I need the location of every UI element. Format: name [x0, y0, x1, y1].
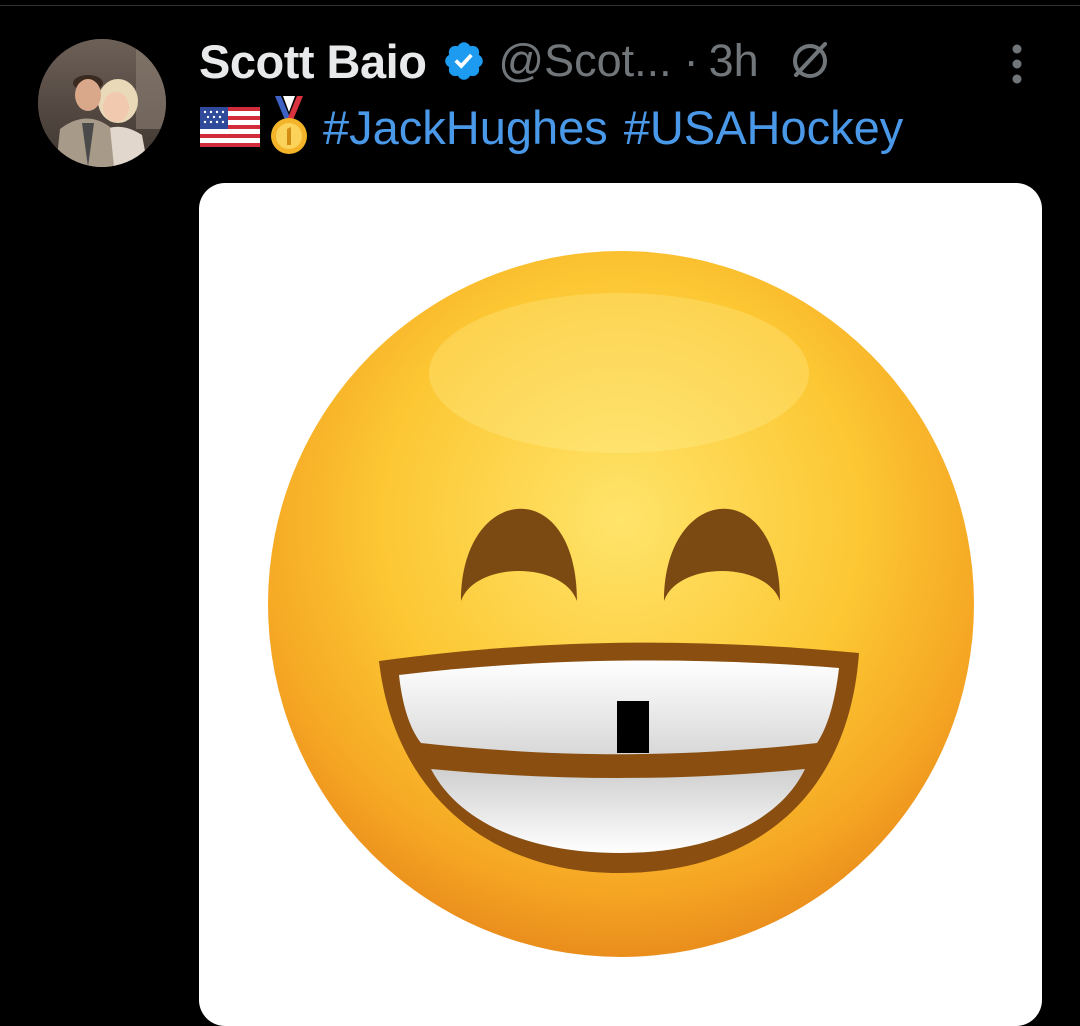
- post-header: Scott Baio @Scot... · 3h: [199, 30, 835, 92]
- post-timestamp[interactable]: 3h: [709, 35, 759, 87]
- more-vertical-icon[interactable]: [1005, 42, 1029, 86]
- hashtag-link[interactable]: #USAHockey: [624, 100, 904, 155]
- author-avatar[interactable]: [38, 39, 166, 167]
- hashtag-link[interactable]: #JackHughes: [323, 100, 608, 155]
- post-text: #JackHughes #USAHockey: [199, 94, 903, 160]
- no-reply-icon: [785, 36, 835, 86]
- separator-dot: ·: [683, 35, 699, 86]
- top-divider: [0, 5, 1080, 6]
- verified-badge-icon[interactable]: [442, 39, 486, 83]
- grinning-face-missing-tooth-emoji: [268, 251, 974, 957]
- author-display-name[interactable]: Scott Baio: [199, 34, 427, 89]
- author-handle[interactable]: @Scot...: [498, 35, 671, 87]
- us-flag-icon: [199, 105, 261, 149]
- first-place-medal-icon: [267, 94, 311, 156]
- post-media[interactable]: [199, 183, 1042, 1026]
